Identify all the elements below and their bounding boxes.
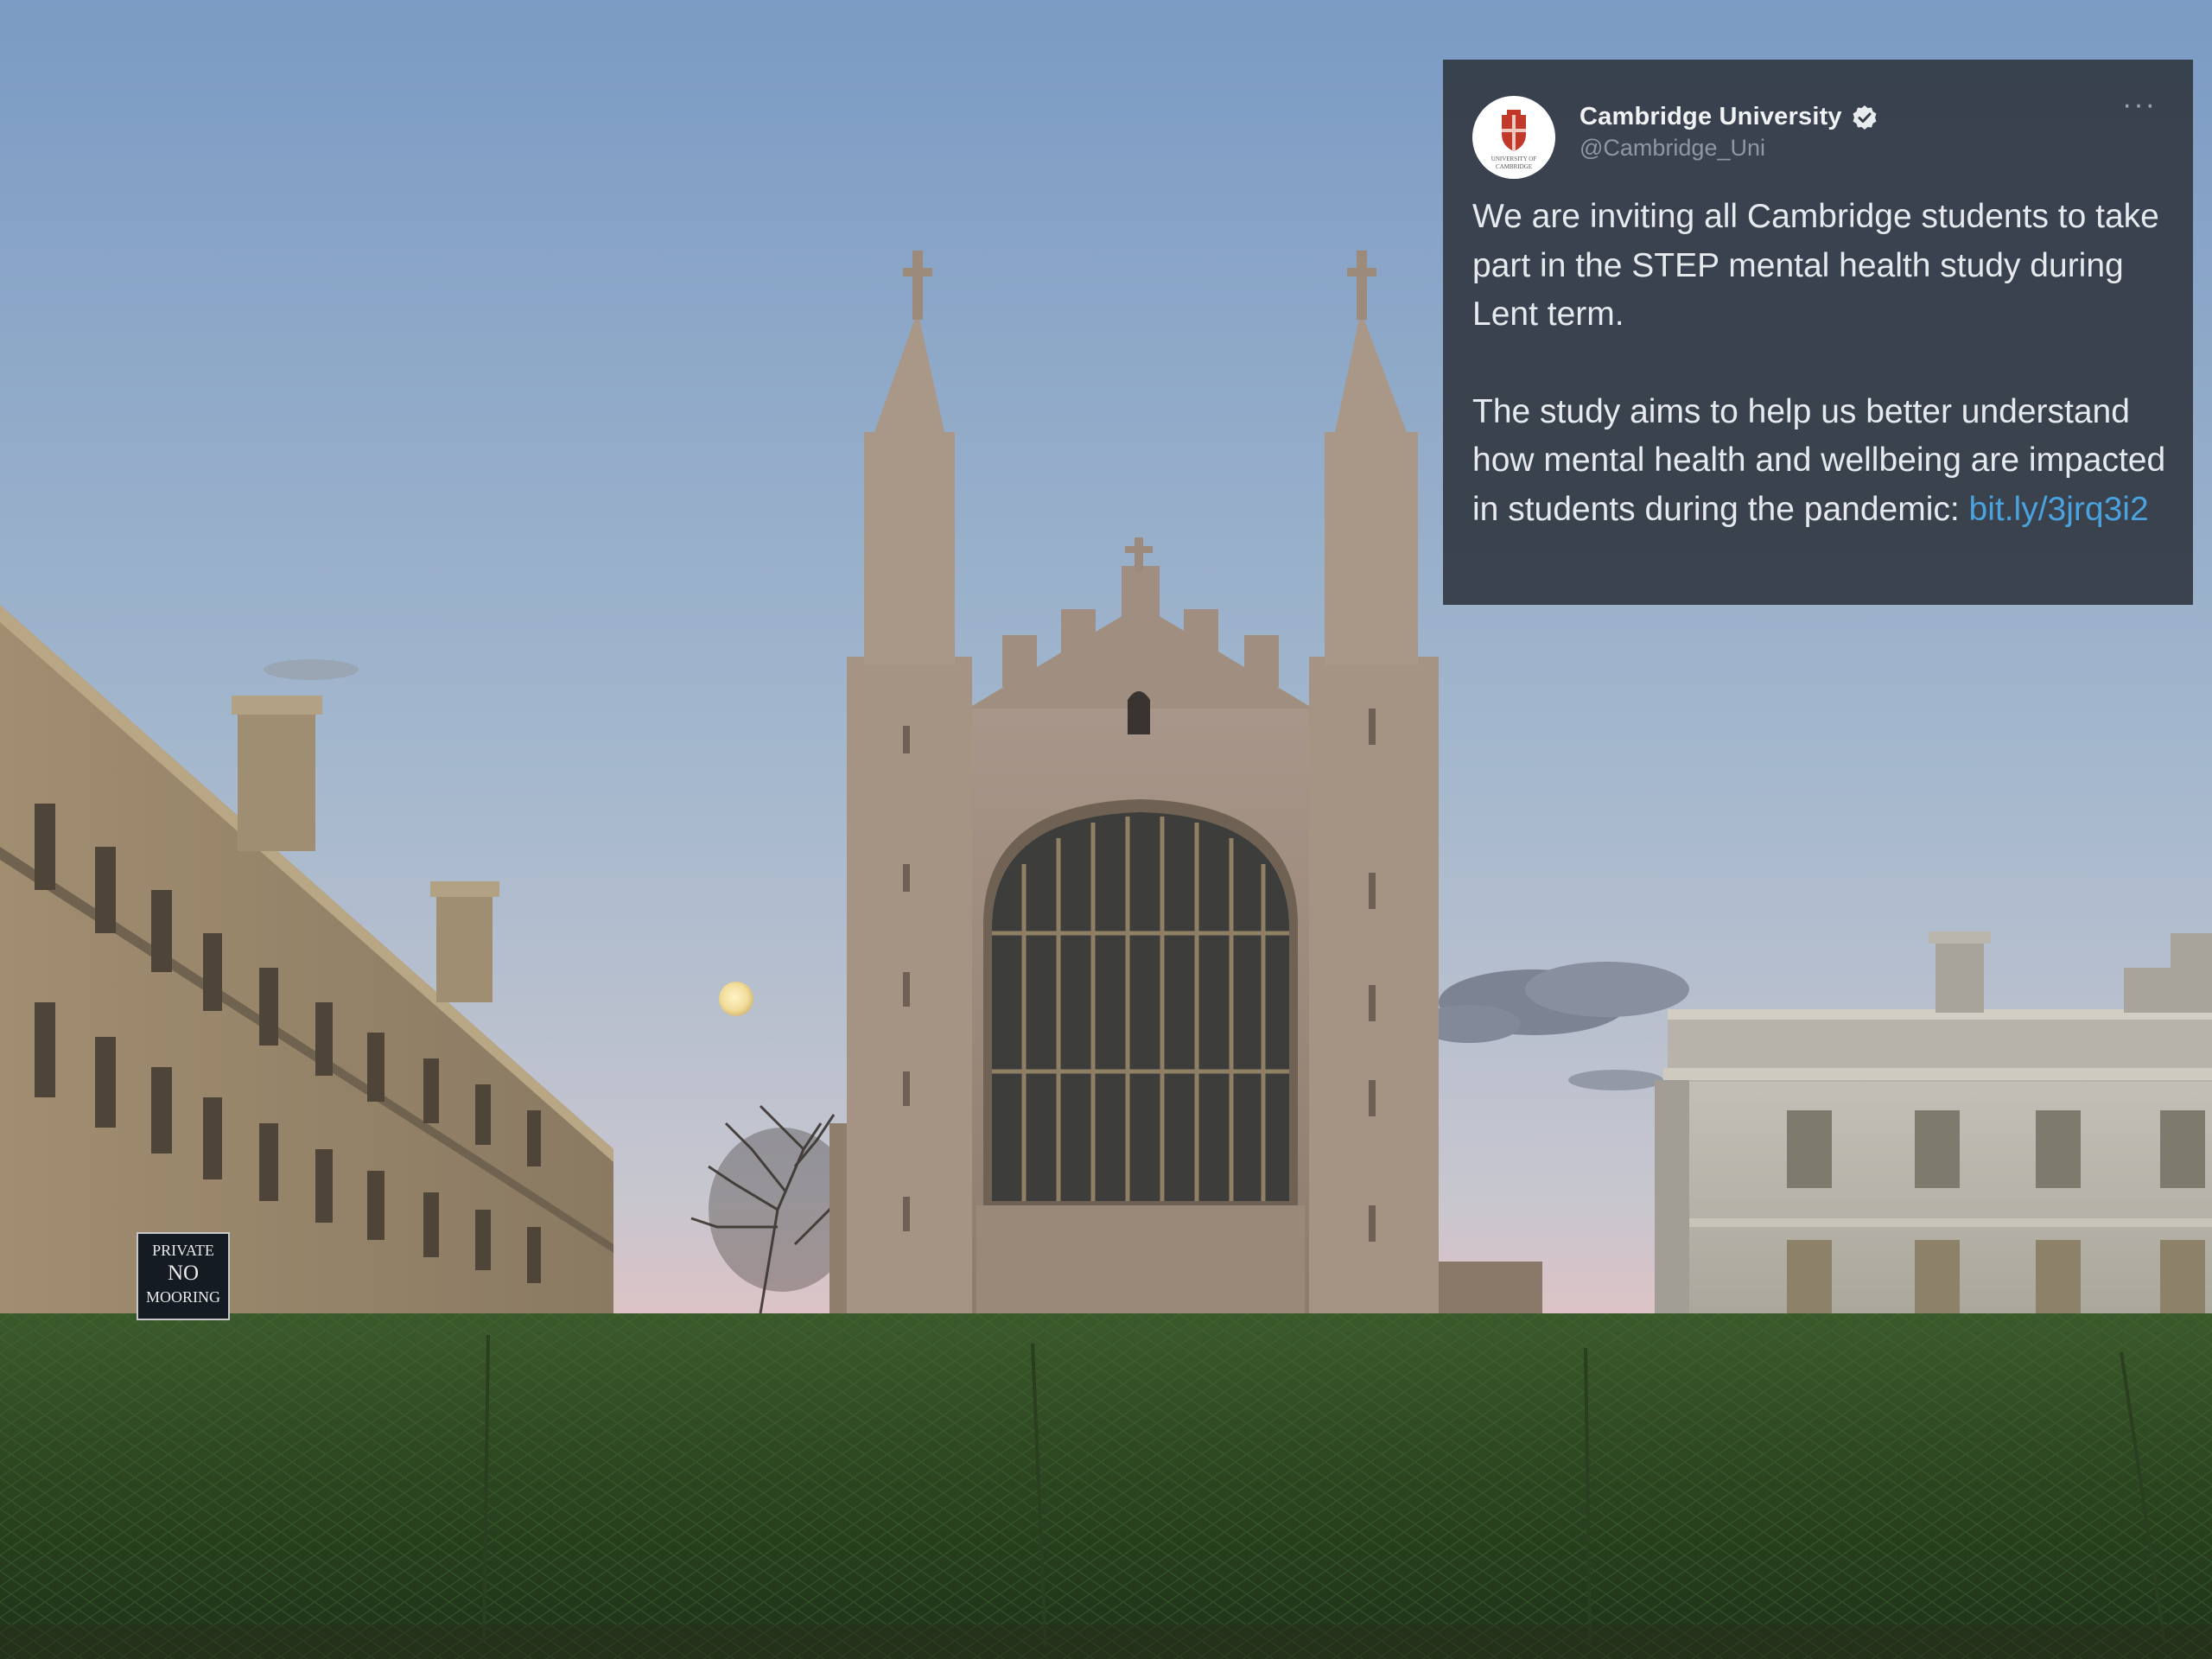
tweet-text: We are inviting all Cambridge students t… bbox=[1472, 193, 2172, 534]
moon bbox=[719, 982, 753, 1016]
author-handle[interactable]: @Cambridge_Uni bbox=[1580, 135, 1878, 162]
university-crest-icon: UNIVERSITY OF CAMBRIDGE bbox=[1491, 110, 1537, 170]
tweet-card: UNIVERSITY OF CAMBRIDGE Cambridge Univer… bbox=[1443, 60, 2193, 605]
study-link[interactable]: bit.ly/3jrq3i2 bbox=[1969, 491, 2149, 528]
private-no-mooring-sign: PRIVATE NO MOORING bbox=[137, 1232, 230, 1320]
more-options-icon[interactable]: ··· bbox=[2115, 90, 2164, 127]
author-names: Cambridge University @Cambridge_Uni bbox=[1580, 103, 1878, 162]
display-name[interactable]: Cambridge University bbox=[1580, 103, 1842, 131]
verified-badge-icon bbox=[1851, 104, 1878, 131]
tweet-paragraph-1: We are inviting all Cambridge students t… bbox=[1472, 198, 2159, 333]
avatar[interactable]: UNIVERSITY OF CAMBRIDGE bbox=[1472, 96, 1555, 179]
tweet-header: UNIVERSITY OF CAMBRIDGE Cambridge Univer… bbox=[1472, 84, 2164, 179]
svg-text:CAMBRIDGE: CAMBRIDGE bbox=[1496, 163, 1532, 170]
svg-text:UNIVERSITY OF: UNIVERSITY OF bbox=[1491, 156, 1537, 162]
sign-line-2: NO bbox=[167, 1262, 200, 1285]
sign-line-1: PRIVATE bbox=[152, 1242, 214, 1259]
tweet-paragraph-2: The study aims to help us better underst… bbox=[1472, 388, 2172, 535]
sign-line-3: MOORING bbox=[145, 1288, 220, 1306]
